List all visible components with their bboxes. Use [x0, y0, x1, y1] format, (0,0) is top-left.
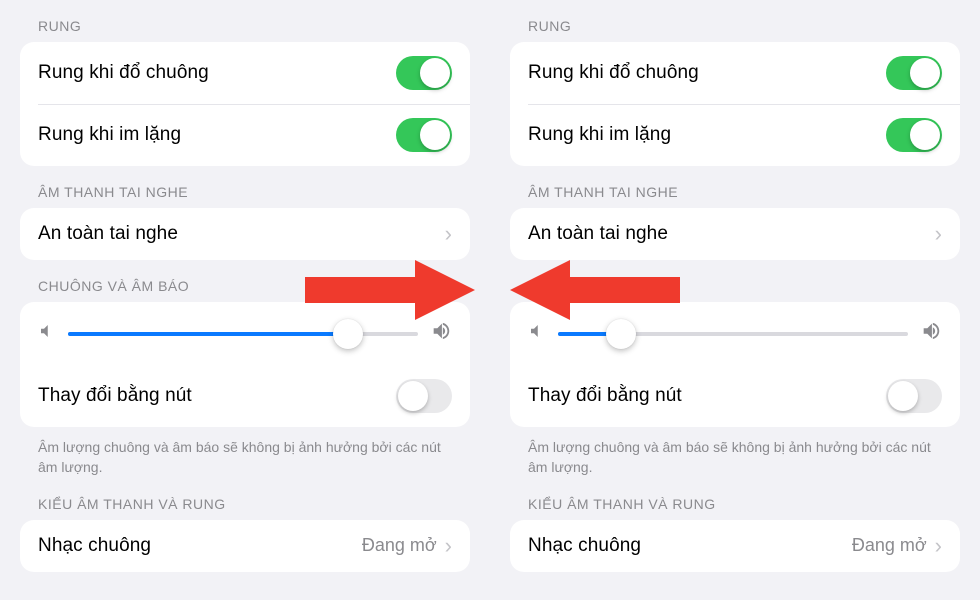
vibrate-group: Rung khi đổ chuông Rung khi im lặng: [510, 42, 960, 166]
section-header-vibrate: RUNG: [510, 0, 960, 42]
row-detail: Đang mở: [852, 535, 927, 556]
toggle-change-with-buttons[interactable]: [396, 379, 452, 413]
row-vibrate-on-ring[interactable]: Rung khi đổ chuông: [510, 42, 960, 104]
row-label: An toàn tai nghe: [528, 223, 668, 245]
footer-note: Âm lượng chuông và âm báo sẽ không bị ản…: [20, 427, 470, 478]
settings-pane-right: RUNG Rung khi đổ chuông Rung khi im lặng…: [490, 0, 980, 600]
volume-slider[interactable]: [558, 332, 908, 336]
volume-low-icon: [38, 322, 56, 345]
toggle-change-with-buttons[interactable]: [886, 379, 942, 413]
row-headphone-safety[interactable]: An toàn tai nghe ›: [510, 208, 960, 260]
row-label: Nhạc chuông: [528, 535, 641, 557]
volume-low-icon: [528, 322, 546, 345]
row-vibrate-on-silent[interactable]: Rung khi im lặng: [510, 104, 960, 166]
row-label: Nhạc chuông: [38, 535, 151, 557]
settings-pane-left: RUNG Rung khi đổ chuông Rung khi im lặng…: [0, 0, 490, 600]
sound-style-group: Nhạc chuông Đang mở ›: [20, 520, 470, 572]
volume-high-icon: [920, 320, 942, 347]
section-header-sound-style: KIỂU ÂM THANH VÀ RUNG: [20, 478, 470, 520]
chevron-right-icon: ›: [445, 535, 452, 557]
row-detail: Đang mở: [362, 535, 437, 556]
row-volume-slider[interactable]: [510, 302, 960, 365]
headphone-group: An toàn tai nghe ›: [510, 208, 960, 260]
row-headphone-safety[interactable]: An toàn tai nghe ›: [20, 208, 470, 260]
section-header-headphone: ÂM THANH TAI NGHE: [20, 166, 470, 208]
chevron-right-icon: ›: [445, 223, 452, 245]
volume-high-icon: [430, 320, 452, 347]
volume-slider[interactable]: [68, 332, 418, 336]
row-label: Rung khi im lặng: [528, 124, 671, 146]
toggle-vibrate-on-silent[interactable]: [886, 118, 942, 152]
slider-fill: [68, 332, 348, 336]
row-change-with-buttons[interactable]: Thay đổi bằng nút: [510, 365, 960, 427]
row-vibrate-on-silent[interactable]: Rung khi im lặng: [20, 104, 470, 166]
vibrate-group: Rung khi đổ chuông Rung khi im lặng: [20, 42, 470, 166]
row-label: Rung khi đổ chuông: [38, 62, 209, 84]
headphone-group: An toàn tai nghe ›: [20, 208, 470, 260]
toggle-vibrate-on-silent[interactable]: [396, 118, 452, 152]
row-vibrate-on-ring[interactable]: Rung khi đổ chuông: [20, 42, 470, 104]
sound-style-group: Nhạc chuông Đang mở ›: [510, 520, 960, 572]
section-header-sound-style: KIỂU ÂM THANH VÀ RUNG: [510, 478, 960, 520]
row-volume-slider[interactable]: [20, 302, 470, 365]
section-header-ringer: CHUÔNG VÀ ÂM BÁO: [20, 260, 470, 302]
row-label: Rung khi im lặng: [38, 124, 181, 146]
ringer-group: Thay đổi bằng nút: [20, 302, 470, 427]
toggle-vibrate-on-ring[interactable]: [396, 56, 452, 90]
row-label: Rung khi đổ chuông: [528, 62, 699, 84]
footer-note: Âm lượng chuông và âm báo sẽ không bị ản…: [510, 427, 960, 478]
row-label: An toàn tai nghe: [38, 223, 178, 245]
section-header-vibrate: RUNG: [20, 0, 470, 42]
chevron-right-icon: ›: [935, 535, 942, 557]
slider-thumb[interactable]: [333, 319, 363, 349]
chevron-right-icon: ›: [935, 223, 942, 245]
section-header-ringer: CHUÔNG VÀ ÂM BÁO: [510, 260, 960, 302]
toggle-vibrate-on-ring[interactable]: [886, 56, 942, 90]
section-header-headphone: ÂM THANH TAI NGHE: [510, 166, 960, 208]
slider-thumb[interactable]: [606, 319, 636, 349]
ringer-group: Thay đổi bằng nút: [510, 302, 960, 427]
row-ringtone[interactable]: Nhạc chuông Đang mở ›: [20, 520, 470, 572]
row-ringtone[interactable]: Nhạc chuông Đang mở ›: [510, 520, 960, 572]
row-change-with-buttons[interactable]: Thay đổi bằng nút: [20, 365, 470, 427]
row-label: Thay đổi bằng nút: [38, 385, 192, 407]
row-label: Thay đổi bằng nút: [528, 385, 682, 407]
